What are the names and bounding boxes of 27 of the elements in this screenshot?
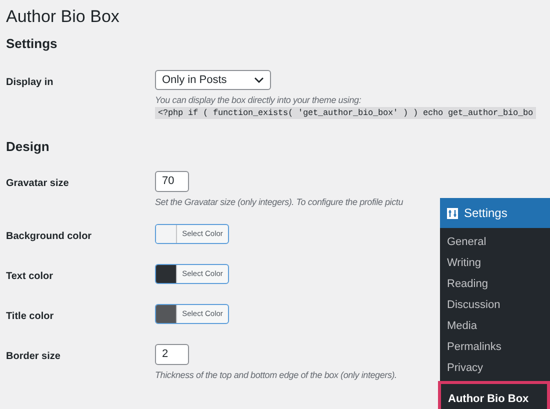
number-field[interactable]: 2 [155, 344, 189, 365]
field-label: Background color [6, 230, 93, 244]
settings-menu-header[interactable]: Settings [440, 198, 550, 228]
page-title: Author Bio Box [6, 6, 120, 28]
number-field[interactable]: 70 [155, 171, 189, 192]
field-label: Title color [6, 310, 55, 324]
section-heading: Design [6, 139, 50, 155]
help-text: You can display the box directly into your theme using: [155, 94, 362, 106]
section-heading: Settings [6, 36, 58, 52]
field-label: Border size [6, 350, 62, 364]
field-label: Gravatar size [6, 177, 70, 191]
chevron-down-icon [254, 77, 264, 83]
code-snippet: <?php if ( function_exists( 'get_author_bio_box' ) ) echo get_author_bio_bo [155, 107, 536, 119]
menu-item[interactable]: Author Bio Box [438, 381, 550, 409]
menu-item[interactable]: Privacy [440, 358, 550, 379]
field-label: Text color [6, 270, 54, 284]
menu-item[interactable]: Writing [440, 253, 550, 274]
help-text: Set the Gravatar size (only integers). To configure the profile pictu [155, 196, 404, 208]
sliders-icon [447, 208, 458, 218]
help-text: Thickness of the top and bottom edge of the box (only integers). [155, 369, 397, 381]
menu-item[interactable]: Reading [440, 274, 550, 295]
field-label: Display in [6, 76, 54, 90]
menu-item[interactable]: General [440, 232, 550, 253]
menu-item[interactable]: Media [440, 316, 550, 337]
menu-item[interactable]: Permalinks [440, 337, 550, 358]
menu-item[interactable]: Discussion [440, 295, 550, 316]
display-select[interactable]: Only in Posts [155, 70, 271, 90]
